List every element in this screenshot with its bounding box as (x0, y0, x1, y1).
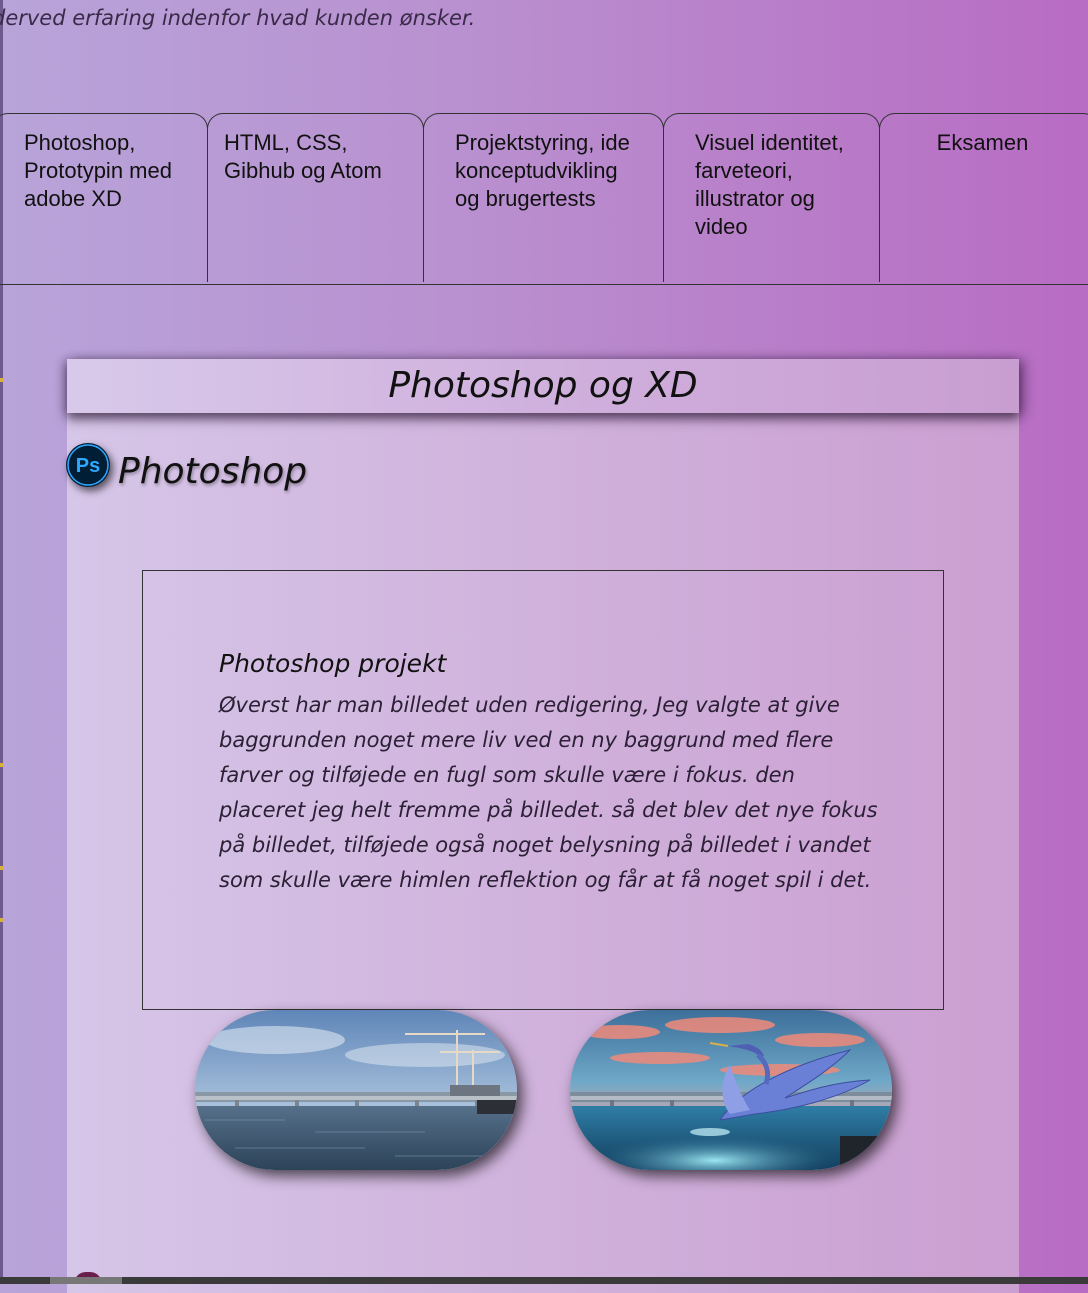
edge-marker (0, 763, 3, 767)
project-description: Øverst har man billedet uden redigering,… (219, 693, 878, 892)
photoshop-icon: Ps (66, 443, 110, 487)
tab-html-css[interactable]: HTML, CSS, Gibhub og Atom (207, 113, 424, 282)
edited-harbor-photo-with-heron (570, 1010, 892, 1170)
edge-marker (0, 378, 3, 382)
tab-visuel-identitet[interactable]: Visuel identitet, farveteori, illustrato… (663, 113, 880, 282)
tab-photoshop-xd[interactable]: Photoshop, Prototypin med adobe XD (0, 113, 208, 282)
edge-marker (0, 918, 3, 922)
tab-eksamen[interactable]: Eksamen (879, 113, 1088, 282)
project-box: Photoshop projekt Øverst har man billede… (142, 570, 944, 1010)
edge-marker (0, 866, 3, 870)
intro-text: derved erfaring indenfor hvad kunden øns… (0, 6, 476, 30)
card-header: Photoshop og XD (67, 359, 1019, 413)
scrollbar-thumb[interactable] (50, 1277, 122, 1284)
photoshop-icon-text: Ps (76, 455, 100, 477)
course-tabs: Photoshop, Prototypin med adobe XD HTML,… (0, 113, 1088, 285)
original-harbor-photo (195, 1010, 517, 1170)
horizontal-scrollbar[interactable] (0, 1277, 1088, 1284)
section-title: Photoshop (118, 451, 308, 492)
project-title: Photoshop projekt (219, 649, 447, 678)
tab-projektstyring[interactable]: Projektstyring, ide konceptudvikling og … (423, 113, 664, 282)
